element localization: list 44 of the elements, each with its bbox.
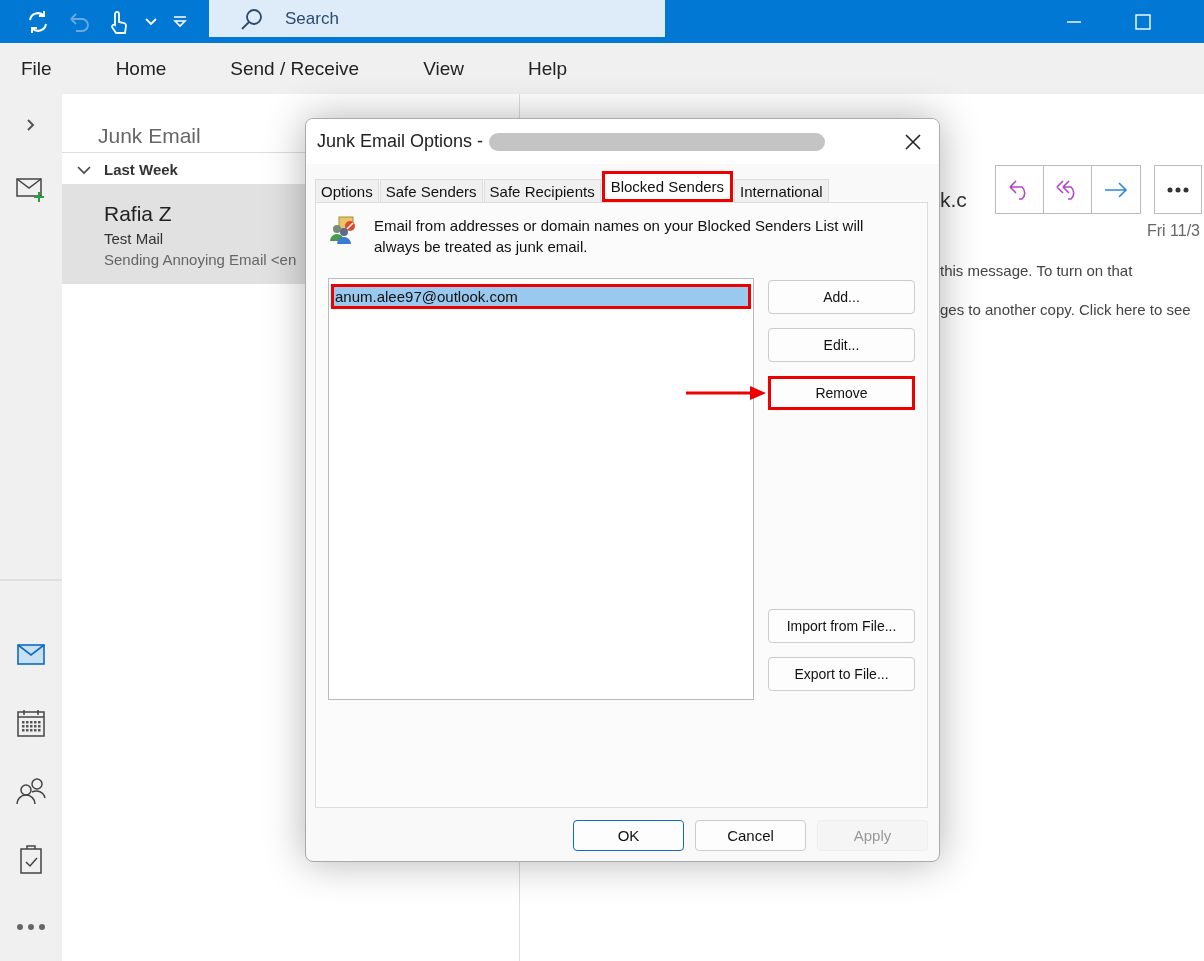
expand-icon[interactable] <box>26 118 36 132</box>
more-actions-button[interactable] <box>1154 165 1202 214</box>
tab[interactable]: Options <box>315 179 379 202</box>
dialog-button[interactable]: Import from File... <box>768 609 915 643</box>
menu-tab[interactable]: Home <box>115 57 167 80</box>
maximize-icon[interactable] <box>1135 13 1151 30</box>
people-icon[interactable] <box>16 777 46 805</box>
calendar-icon[interactable] <box>17 709 45 737</box>
message-preview: Sending Annoying Email <en <box>104 251 297 268</box>
sender-address: k.c <box>940 187 967 212</box>
message-text: ges to another copy. Click here to see <box>940 301 1192 318</box>
chevron-down-icon <box>77 164 91 175</box>
message-subject: Test Mail <box>104 230 164 247</box>
sender-name: Rafia Z <box>104 202 172 226</box>
customize-toolbar-icon[interactable] <box>173 15 187 28</box>
menu-tab[interactable]: View <box>423 57 464 80</box>
more-icon <box>1167 186 1189 193</box>
dialog-button[interactable]: Export to File... <box>768 657 915 691</box>
new-mail-icon[interactable] <box>16 176 46 202</box>
dialog-title: Junk Email Options - <box>317 131 484 152</box>
tab[interactable]: Safe Senders <box>379 179 483 202</box>
search-icon <box>241 8 263 30</box>
dialog-button[interactable]: Cancel <box>695 820 806 851</box>
blocked-senders-icon <box>328 215 358 245</box>
menu-tab[interactable]: Help <box>528 57 568 80</box>
clipboard-check-icon[interactable] <box>19 844 43 874</box>
menu-tab[interactable]: Send / Receive <box>230 57 360 80</box>
menu-tab[interactable]: File <box>21 57 52 80</box>
blocked-senders-list[interactable]: anum.alee97@outlook.com <box>328 278 754 700</box>
dialog-button[interactable]: Add... <box>768 280 915 314</box>
dialog-button[interactable]: OK <box>573 820 684 851</box>
tab[interactable]: International <box>734 179 829 202</box>
search-field[interactable]: Search <box>209 0 665 37</box>
message-text: this message. To turn on that <box>940 262 1134 279</box>
message-date: Fri 11/3 <box>1146 222 1200 240</box>
more-icon[interactable] <box>16 923 46 931</box>
tab[interactable]: Blocked Senders <box>601 171 734 202</box>
mail-icon[interactable] <box>17 644 45 666</box>
sender-list-item[interactable]: anum.alee97@outlook.com <box>331 284 751 309</box>
close-icon[interactable] <box>905 133 921 150</box>
dialog-button[interactable]: Remove <box>768 376 915 410</box>
dialog-button[interactable]: Edit... <box>768 328 915 362</box>
chevron-down-icon[interactable] <box>145 17 157 26</box>
tab[interactable]: Safe Recipients <box>483 179 601 202</box>
